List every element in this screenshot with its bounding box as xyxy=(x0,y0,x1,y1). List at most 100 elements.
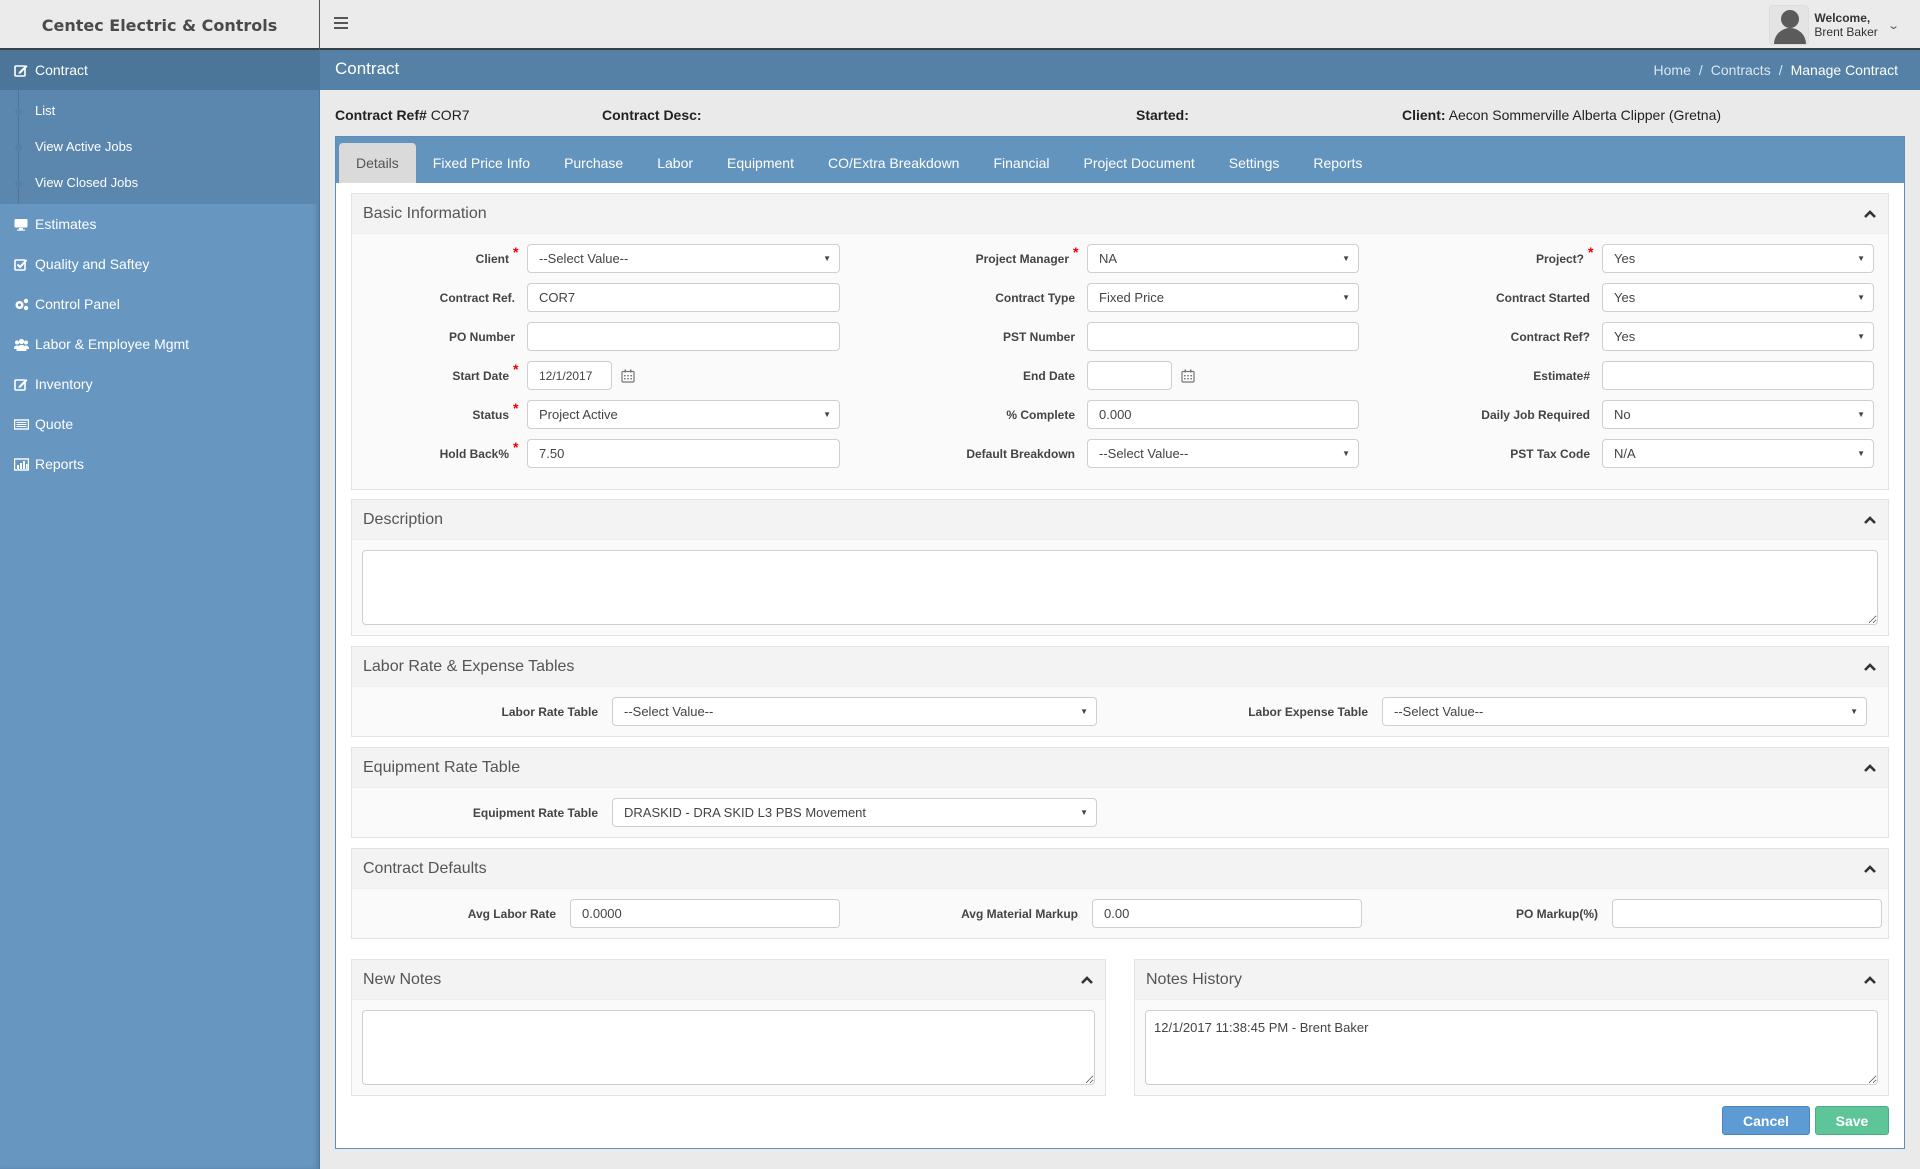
pst-tax-code-select[interactable]: N/A xyxy=(1602,439,1874,468)
chevron-down-icon[interactable]: ⌄ xyxy=(1887,19,1900,32)
tab-purchase[interactable]: Purchase xyxy=(547,143,640,183)
section-header: Contract Defaults xyxy=(352,849,1888,889)
chevron-up-icon[interactable] xyxy=(1862,861,1878,877)
tab-project-document[interactable]: Project Document xyxy=(1067,143,1212,183)
notes-history-textarea[interactable]: 12/1/2017 11:38:45 PM - Brent Baker xyxy=(1145,1010,1878,1085)
sidebar-item-control-panel[interactable]: Control Panel xyxy=(0,284,319,324)
section-header: Description xyxy=(352,500,1888,540)
labor-rate-table-select[interactable]: --Select Value-- xyxy=(612,697,1097,726)
breadcrumb-home[interactable]: Home xyxy=(1654,62,1691,78)
status-field: Status * Project Active xyxy=(352,400,840,429)
sidebar-item-label: Quality and Saftey xyxy=(35,256,150,272)
client-select[interactable]: --Select Value-- xyxy=(527,244,840,273)
status-select[interactable]: Project Active xyxy=(527,400,840,429)
tab-co-extra-breakdown[interactable]: CO/Extra Breakdown xyxy=(811,143,977,183)
hold-back-input[interactable]: 7.50 xyxy=(527,439,840,468)
field-label: Labor Rate Table xyxy=(501,704,598,719)
chevron-up-icon[interactable] xyxy=(1079,972,1095,988)
complete-field: % Complete 0.000 xyxy=(842,400,1359,429)
chevron-up-icon[interactable] xyxy=(1862,512,1878,528)
tab-details[interactable]: Details xyxy=(339,143,416,183)
tab-financial[interactable]: Financial xyxy=(976,143,1066,183)
client-label: Client: xyxy=(1402,107,1446,123)
tab-equipment[interactable]: Equipment xyxy=(710,143,811,183)
section-header: New Notes xyxy=(352,960,1105,1000)
submenu-item-list[interactable]: List xyxy=(0,92,319,128)
sidebar-item-reports[interactable]: Reports xyxy=(0,444,319,484)
complete-input[interactable]: 0.000 xyxy=(1087,400,1359,429)
project-select[interactable]: Yes xyxy=(1602,244,1874,273)
tab-fixed-price-info[interactable]: Fixed Price Info xyxy=(416,143,547,183)
labor-expense-table-select[interactable]: --Select Value-- xyxy=(1382,697,1867,726)
sidebar-item-label: Estimates xyxy=(35,216,97,232)
field-label: Status xyxy=(472,407,509,422)
submenu-label: View Active Jobs xyxy=(35,138,133,154)
project-manager-select[interactable]: NA xyxy=(1087,244,1359,273)
avg-material-markup-input[interactable]: 0.00 xyxy=(1092,899,1362,928)
keyboard-icon xyxy=(13,417,29,431)
contract-ref-select[interactable]: Yes xyxy=(1602,322,1874,351)
tab-bar: Details Fixed Price Info Purchase Labor … xyxy=(336,137,1904,183)
contract-ref-field: Contract Ref? Yes xyxy=(1357,322,1874,351)
chevron-up-icon[interactable] xyxy=(1862,760,1878,776)
started-label: Started: xyxy=(1136,107,1189,123)
contract-started-field: Contract Started Yes xyxy=(1357,283,1874,312)
save-button[interactable]: Save xyxy=(1815,1106,1889,1135)
avg-labor-rate-input[interactable]: 0.0000 xyxy=(570,899,840,928)
chevron-up-icon[interactable] xyxy=(1862,659,1878,675)
contract-ref-input[interactable]: COR7 xyxy=(527,283,840,312)
description-textarea[interactable] xyxy=(362,550,1878,625)
sidebar-item-label: Contract xyxy=(35,62,88,78)
submenu-item-view-active-jobs[interactable]: View Active Jobs xyxy=(0,128,319,164)
section-title: Equipment Rate Table xyxy=(363,759,521,776)
contract-type-select[interactable]: Fixed Price xyxy=(1087,283,1359,312)
tab-settings[interactable]: Settings xyxy=(1212,143,1297,183)
sidebar-item-quality-and-saftey[interactable]: Quality and Saftey xyxy=(0,244,319,284)
field-label: End Date xyxy=(1022,368,1075,383)
notes-history-section: Notes History 12/1/2017 11:38:45 PM - Br… xyxy=(1134,959,1889,1096)
breadcrumb-contracts[interactable]: Contracts xyxy=(1711,62,1771,78)
field-label: % Complete xyxy=(1006,407,1075,422)
estimate-input[interactable] xyxy=(1602,361,1874,390)
po-number-input[interactable] xyxy=(527,322,840,351)
hamburger-icon[interactable] xyxy=(334,17,348,29)
sidebar-item-label: Reports xyxy=(35,456,85,472)
contract-started-select[interactable]: Yes xyxy=(1602,283,1874,312)
field-label: Equipment Rate Table xyxy=(472,805,598,820)
edit-icon xyxy=(13,63,29,77)
po-markup-input[interactable] xyxy=(1612,899,1882,928)
user-name: Brent Baker xyxy=(1814,25,1878,39)
basic-information-section: Basic Information Client * --Select Value-… xyxy=(351,193,1889,490)
start-date-input[interactable]: 12/1/2017 xyxy=(527,361,612,390)
section-header: Equipment Rate Table xyxy=(352,748,1888,788)
new-notes-textarea[interactable] xyxy=(362,1010,1095,1085)
pst-number-input[interactable] xyxy=(1087,322,1359,351)
cancel-button[interactable]: Cancel xyxy=(1722,1106,1810,1135)
field-label: PO Number xyxy=(448,329,515,344)
sidebar-item-estimates[interactable]: Estimates xyxy=(0,204,319,244)
user-menu[interactable]: Welcome, Brent Baker ⌄ xyxy=(1769,5,1900,45)
field-label: Contract Started xyxy=(1495,290,1590,305)
daily-job-required-select[interactable]: No xyxy=(1602,400,1874,429)
sidebar-item-quote[interactable]: Quote xyxy=(0,404,319,444)
brand-logo[interactable]: Centec Electric & Controls xyxy=(0,0,320,50)
calendar-icon[interactable] xyxy=(1181,369,1195,383)
client-value: Aecon Sommerville Alberta Clipper (Gretn… xyxy=(1448,107,1722,123)
sidebar-item-contract[interactable]: Contract xyxy=(0,50,319,90)
chevron-up-icon[interactable] xyxy=(1862,972,1878,988)
equipment-rate-table-select[interactable]: DRASKID - DRA SKID L3 PBS Movement xyxy=(612,798,1097,827)
submenu-item-view-closed-jobs[interactable]: View Closed Jobs xyxy=(0,164,319,200)
breadcrumb-separator: / xyxy=(1778,62,1783,78)
end-date-input[interactable] xyxy=(1087,361,1172,390)
chevron-up-icon[interactable] xyxy=(1862,206,1878,222)
sidebar-item-label: Inventory xyxy=(35,376,93,392)
field-label: Client xyxy=(475,251,509,266)
tab-reports[interactable]: Reports xyxy=(1296,143,1379,183)
tab-labor[interactable]: Labor xyxy=(640,143,710,183)
default-breakdown-select[interactable]: --Select Value-- xyxy=(1087,439,1359,468)
sidebar-item-inventory[interactable]: Inventory xyxy=(0,364,319,404)
new-notes-section: New Notes xyxy=(351,959,1106,1096)
sidebar-item-labor-employee-mgmt[interactable]: Labor & Employee Mgmt xyxy=(0,324,319,364)
estimate-field: Estimate# xyxy=(1357,361,1874,390)
section-header: Labor Rate & Expense Tables xyxy=(352,647,1888,687)
